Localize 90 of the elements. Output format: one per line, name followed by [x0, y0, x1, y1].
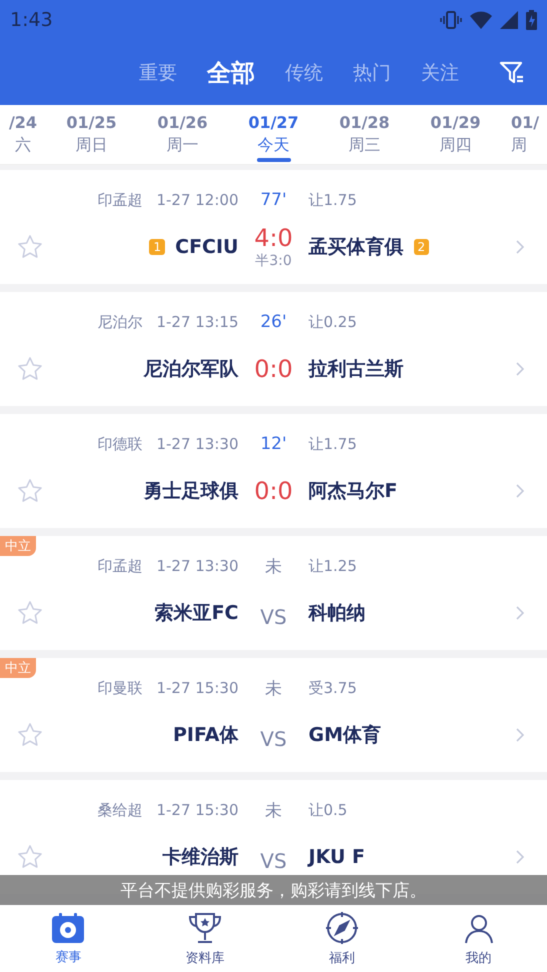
home-team: 卡维治斯: [162, 845, 238, 870]
handicap-text: 受3.75: [308, 678, 358, 698]
home-team: 勇士足球俱: [144, 479, 238, 504]
versus-text: VS: [260, 605, 287, 629]
signal-icon: [500, 11, 518, 29]
away-team: JKU F: [308, 846, 365, 868]
home-team: 索米亚FC: [154, 601, 238, 626]
category-tab[interactable]: 热门: [353, 60, 391, 86]
score: 4:0: [254, 224, 293, 252]
date-tab[interactable]: 01/ 周: [501, 105, 547, 164]
filter-icon[interactable]: [499, 60, 525, 86]
match-card[interactable]: 中立 印曼联 1-27 15:30 未 受3.75 PIFA体 VS GM体育: [0, 658, 547, 772]
status-time: 1:43: [10, 9, 53, 31]
chevron-icon: [515, 849, 525, 865]
date-tab[interactable]: 01/25 周日: [46, 105, 137, 164]
nav-tab[interactable]: 资料库: [136, 905, 274, 972]
half-time-score: 半3:0: [255, 252, 292, 270]
away-team: 拉利古兰斯: [308, 357, 404, 382]
category-tab[interactable]: 关注: [421, 60, 459, 86]
chevron-icon: [515, 605, 525, 621]
date-tab[interactable]: /24 六: [0, 105, 46, 164]
handicap-text: 让1.75: [308, 434, 358, 454]
versus-text: VS: [260, 727, 287, 751]
neutral-tag: 中立: [0, 536, 36, 556]
score: 0:0: [254, 355, 293, 383]
star-icon[interactable]: [16, 477, 44, 505]
category-tab[interactable]: 传统: [285, 60, 323, 86]
versus-text: VS: [260, 849, 287, 873]
match-status: 未: [265, 678, 282, 700]
home-team: CFCIU: [175, 236, 238, 258]
away-team: GM体育: [308, 723, 382, 748]
league-name: 桑给超: [97, 800, 142, 820]
trophy-icon: [187, 910, 224, 944]
home-team: PIFA体: [173, 723, 238, 748]
notice-toast: 平台不提供购彩服务，购彩请到线下店。: [0, 875, 547, 905]
date-tab[interactable]: 01/28 周三: [319, 105, 410, 164]
nav-tab[interactable]: 赛事: [0, 905, 137, 972]
compass-icon: [324, 910, 359, 944]
star-icon[interactable]: [16, 599, 44, 627]
handicap-text: 让0.5: [308, 800, 348, 820]
rank-badge: 1: [149, 239, 166, 255]
home-team: 尼泊尔军队: [144, 357, 238, 382]
handicap-text: 让0.25: [308, 312, 358, 332]
match-status: 未: [265, 800, 282, 822]
score: 0:0: [254, 477, 293, 505]
match-status: 26': [260, 312, 287, 332]
match-card[interactable]: 印德联 1-27 13:30 12' 让1.75 勇士足球俱 0:0 阿杰马尔F: [0, 414, 547, 528]
date-tab[interactable]: 01/26 周一: [137, 105, 228, 164]
calendar-ball-icon: [51, 912, 86, 944]
match-time: 1-27 13:15: [156, 312, 238, 332]
neutral-tag: 中立: [0, 658, 36, 678]
nav-tab[interactable]: 福利: [274, 905, 410, 972]
handicap-text: 让1.25: [308, 556, 358, 576]
match-card[interactable]: 印孟超 1-27 12:00 77' 让1.75 1 CFCIU 4:0 半3:0 孟买体育俱 2: [0, 170, 547, 284]
vibrate-icon: [440, 11, 462, 29]
league-name: 尼泊尔: [97, 312, 142, 332]
match-time: 1-27 13:30: [156, 556, 238, 576]
chevron-icon: [515, 727, 525, 743]
match-status: 77': [260, 190, 287, 210]
league-name: 印德联: [97, 434, 142, 454]
match-time: 1-27 15:30: [156, 678, 238, 698]
away-team: 科帕纳: [308, 601, 366, 626]
star-icon[interactable]: [16, 233, 44, 261]
chevron-icon: [515, 239, 525, 255]
category-tab[interactable]: 全部: [207, 56, 255, 88]
date-tab[interactable]: 01/27 今天: [228, 105, 319, 164]
away-team: 阿杰马尔F: [308, 479, 398, 504]
match-time: 1-27 15:30: [156, 800, 238, 820]
chevron-icon: [515, 483, 525, 499]
match-card[interactable]: 中立 印孟超 1-27 13:30 未 让1.25 索米亚FC VS 科帕纳: [0, 536, 547, 650]
away-team: 孟买体育俱: [308, 235, 404, 260]
star-icon[interactable]: [16, 721, 44, 749]
star-icon[interactable]: [16, 355, 44, 383]
nav-tab[interactable]: 我的: [410, 905, 547, 972]
match-status: 12': [260, 434, 287, 454]
league-name: 印孟超: [97, 190, 142, 210]
match-status: 未: [265, 556, 282, 578]
league-name: 印曼联: [97, 678, 142, 698]
category-tab[interactable]: 重要: [139, 60, 177, 86]
rank-badge: 2: [414, 239, 430, 255]
handicap-text: 让1.75: [308, 190, 358, 210]
date-tab[interactable]: 01/29 周四: [410, 105, 501, 164]
star-icon[interactable]: [16, 843, 44, 871]
wifi-icon: [470, 11, 492, 29]
league-name: 印孟超: [97, 556, 142, 576]
match-card[interactable]: 尼泊尔 1-27 13:15 26' 让0.25 尼泊尔军队 0:0 拉利古兰斯: [0, 292, 547, 406]
match-time: 1-27 13:30: [156, 434, 238, 454]
match-time: 1-27 12:00: [156, 190, 238, 210]
chevron-icon: [515, 361, 525, 377]
battery-icon: [526, 10, 537, 30]
